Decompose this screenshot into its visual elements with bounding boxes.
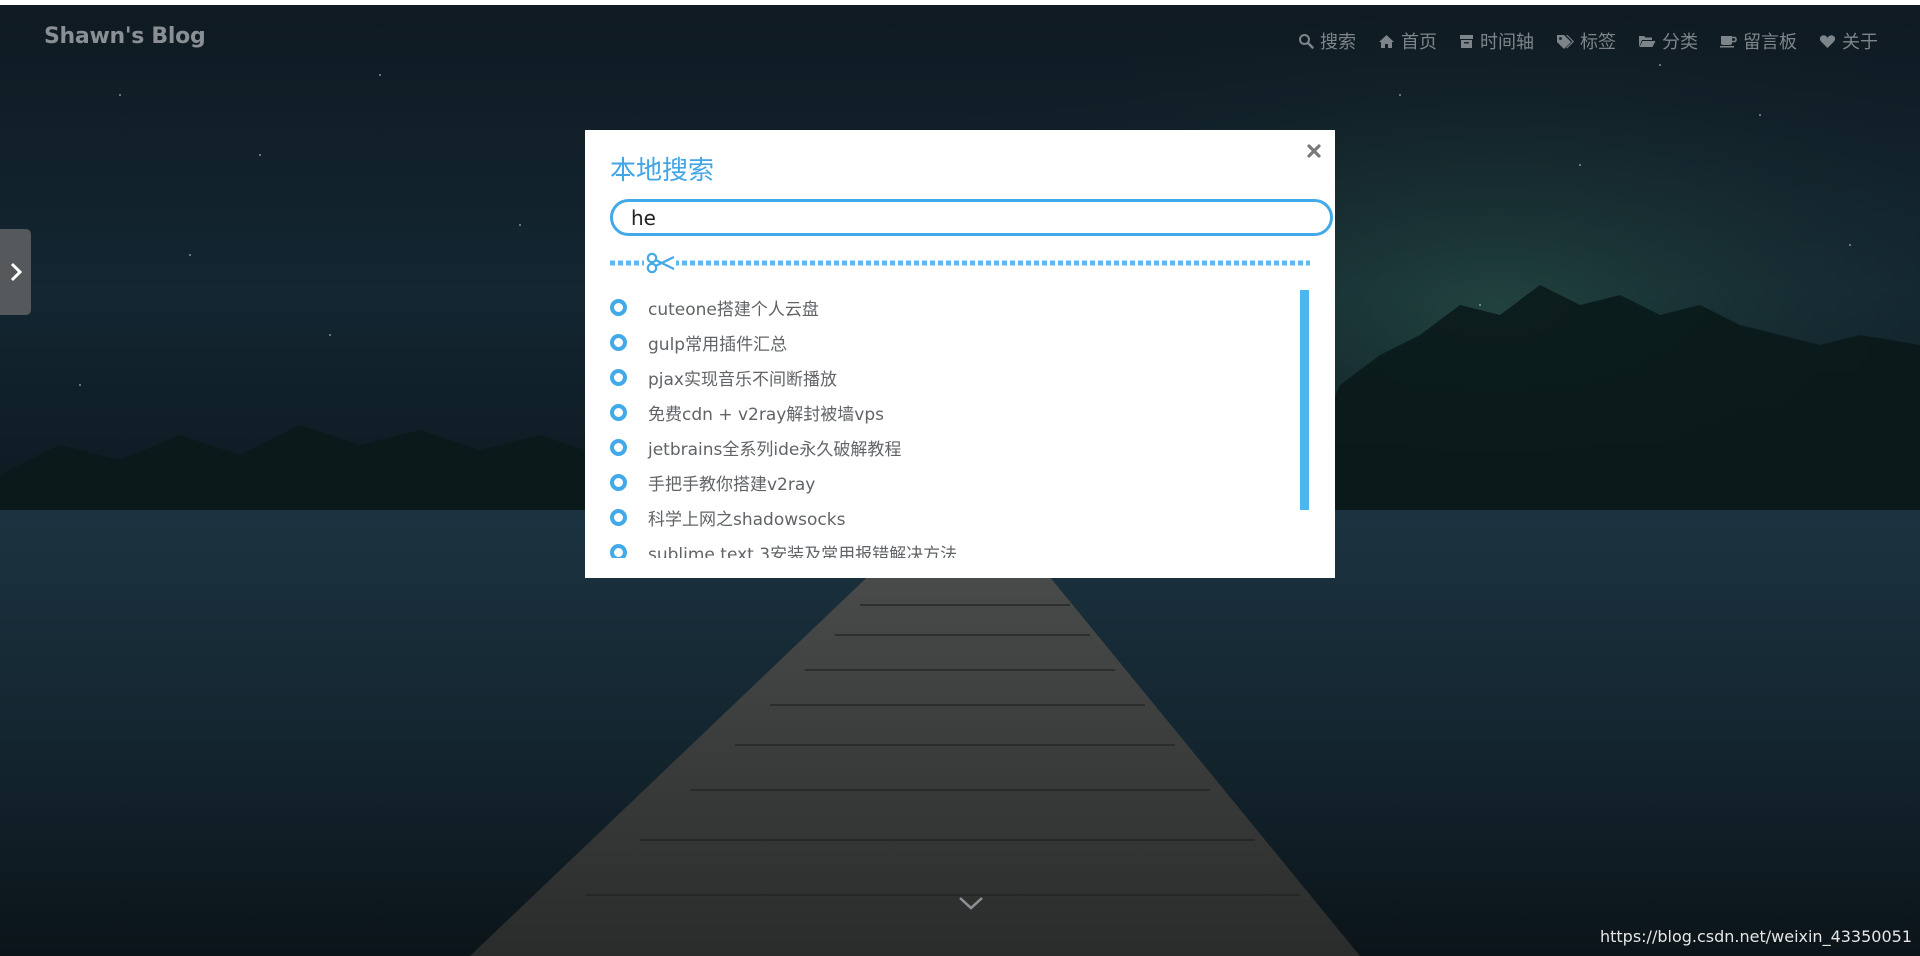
result-title: gulp常用插件汇总 (648, 335, 788, 355)
nav-item-tags[interactable]: 标签 (1556, 28, 1616, 54)
search-result-item[interactable]: sublime text 3安装及常用报错解决方法 (610, 535, 1290, 558)
result-title: sublime text 3安装及常用报错解决方法 (648, 545, 958, 558)
search-result-item[interactable]: 免费cdn + v2ray解封被墙vps (610, 395, 1290, 430)
nav-label: 首页 (1401, 32, 1437, 52)
close-button[interactable] (1305, 142, 1323, 160)
bullet-icon (610, 544, 627, 558)
close-icon (1307, 144, 1321, 158)
site-brand[interactable]: Shawn's Blog (44, 24, 206, 49)
nav-label: 标签 (1580, 32, 1616, 52)
bullet-icon (610, 369, 627, 386)
watermark-url: https://blog.csdn.net/weixin_43350051 (1599, 927, 1912, 946)
search-result-item[interactable]: jetbrains全系列ide永久破解教程 (610, 430, 1290, 465)
scissors-divider-graphic (610, 252, 1310, 274)
nav-item-about[interactable]: 关于 (1819, 28, 1878, 54)
modal-title: 本地搜索 (610, 156, 715, 186)
scroll-down-button[interactable] (958, 896, 984, 915)
local-search-modal: 本地搜索 cuteone搭建个人云盘 gulp常用插件汇总 pjax实现音乐不间… (585, 130, 1335, 578)
nav-item-search[interactable]: 搜索 (1298, 28, 1356, 54)
search-result-item[interactable]: gulp常用插件汇总 (610, 325, 1290, 360)
tags-icon (1557, 34, 1574, 49)
sidebar-toggle-button[interactable] (0, 229, 31, 315)
nav-label: 时间轴 (1480, 32, 1534, 52)
search-icon (1299, 34, 1314, 49)
coffee-icon (1720, 36, 1737, 48)
nav-label: 搜索 (1320, 32, 1356, 52)
search-results-list: cuteone搭建个人云盘 gulp常用插件汇总 pjax实现音乐不间断播放 免… (610, 290, 1290, 558)
bullet-icon (610, 509, 627, 526)
search-input[interactable] (610, 199, 1333, 236)
scissors-icon (644, 252, 676, 274)
result-title: jetbrains全系列ide永久破解教程 (648, 440, 902, 460)
chevron-right-icon (10, 262, 22, 282)
bullet-icon (610, 439, 627, 456)
result-title: 免费cdn + v2ray解封被墙vps (648, 405, 885, 425)
result-title: cuteone搭建个人云盘 (648, 300, 819, 320)
search-result-item[interactable]: pjax实现音乐不间断播放 (610, 360, 1290, 395)
search-result-item[interactable]: cuteone搭建个人云盘 (610, 290, 1290, 325)
search-result-item[interactable]: 科学上网之shadowsocks (610, 500, 1290, 535)
result-title: 科学上网之shadowsocks (648, 510, 846, 530)
folder-open-icon (1639, 36, 1656, 47)
nav-label: 分类 (1662, 32, 1698, 52)
chevron-down-icon (959, 897, 983, 910)
nav-label: 关于 (1842, 32, 1878, 52)
nav-item-guestbook[interactable]: 留言板 (1720, 28, 1797, 54)
nav-label: 留言板 (1743, 32, 1797, 52)
bullet-icon (610, 299, 627, 316)
dashed-divider (610, 252, 1310, 274)
top-nav: 搜索 首页 时间轴 标签 分类 留言板 关于 (1298, 28, 1878, 54)
nav-item-categories[interactable]: 分类 (1638, 28, 1698, 54)
nav-item-home[interactable]: 首页 (1378, 28, 1437, 54)
results-scrollbar[interactable] (1300, 290, 1309, 510)
viewport: Shawn's Blog 搜索 首页 时间轴 标签 分类 留言板 关于 http… (0, 0, 1920, 956)
bullet-icon (610, 334, 627, 351)
bullet-icon (610, 474, 627, 491)
heart-icon (1819, 34, 1836, 48)
nav-item-timeline[interactable]: 时间轴 (1459, 28, 1534, 54)
result-title: pjax实现音乐不间断播放 (648, 370, 837, 390)
search-result-item[interactable]: 手把手教你搭建v2ray (610, 465, 1290, 500)
archive-icon (1460, 34, 1473, 48)
bullet-icon (610, 404, 627, 421)
home-icon (1379, 34, 1394, 48)
result-title: 手把手教你搭建v2ray (648, 475, 816, 495)
